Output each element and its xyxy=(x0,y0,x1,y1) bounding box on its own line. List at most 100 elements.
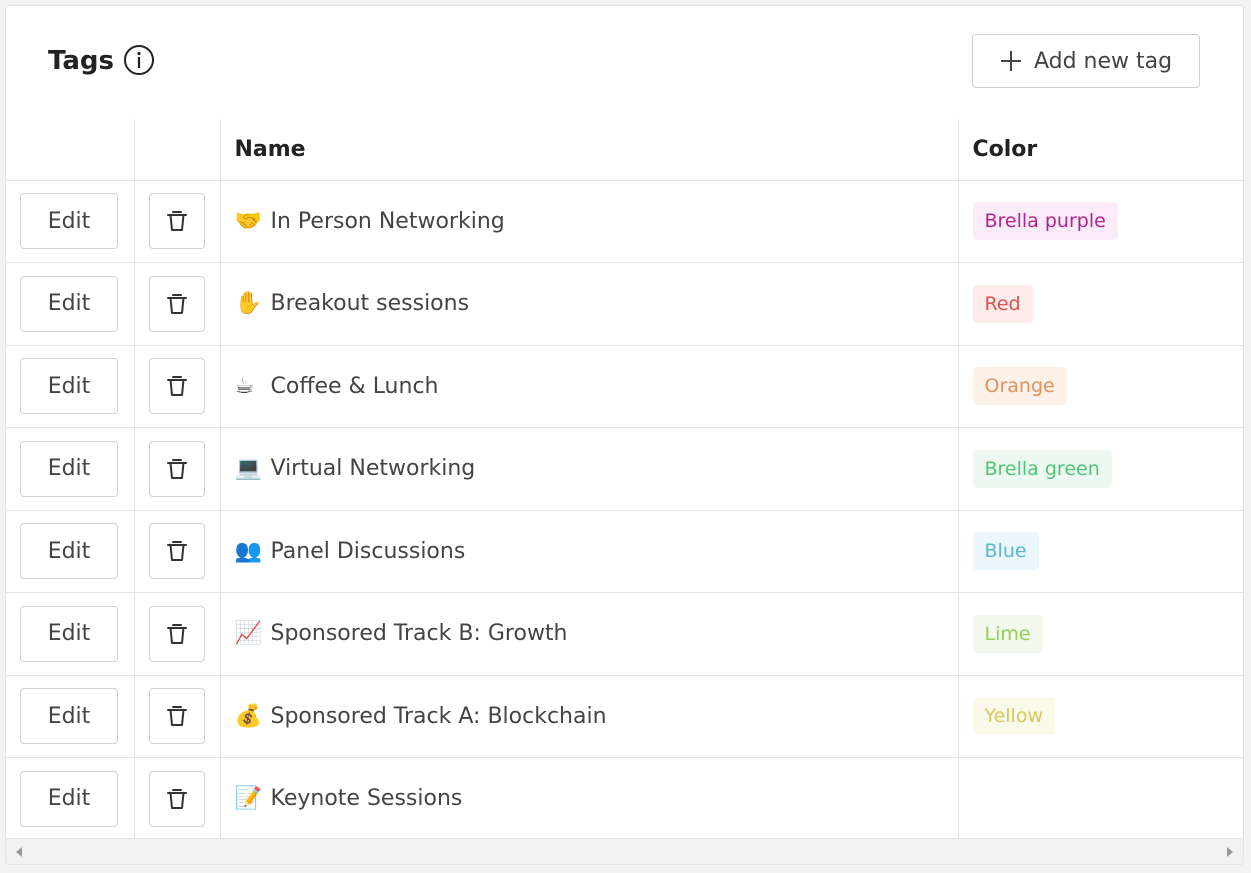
tags-table: Name Color Edit 🤝 In Person Networking Brel… xyxy=(6,119,1243,841)
edit-button[interactable]: Edit xyxy=(20,358,118,415)
table-row: Edit 🤝 In Person Networking Brella purple xyxy=(6,180,1243,263)
tag-name-cell: 🤝 In Person Networking xyxy=(219,180,959,263)
color-badge: Yellow xyxy=(972,697,1055,736)
tag-name: Coffee & Lunch xyxy=(270,373,439,399)
delete-cell xyxy=(133,509,221,593)
tags-card: Tags Add new tag Name Color Edit 🤝 In Pe… xyxy=(5,5,1244,865)
table-row: Edit 👥 Panel Discussions Blue xyxy=(6,509,1243,593)
color-badge: Lime xyxy=(972,614,1043,653)
color-badge: Red xyxy=(972,284,1033,323)
tag-color-cell: Red xyxy=(957,262,1243,346)
tag-name: Sponsored Track B: Growth xyxy=(270,621,568,647)
trash-icon xyxy=(166,541,187,562)
tag-emoji: 📈 xyxy=(234,621,262,647)
edit-cell: Edit xyxy=(6,427,135,511)
tag-name: In Person Networking xyxy=(270,208,505,234)
delete-button[interactable] xyxy=(148,688,205,745)
tag-name: Keynote Sessions xyxy=(270,786,463,812)
tag-name: Sponsored Track A: Blockchain xyxy=(270,703,607,729)
color-badge: Orange xyxy=(972,367,1067,406)
table-row: Edit 📝 Keynote Sessions xyxy=(6,757,1243,841)
tag-name-cell: 💻 Virtual Networking xyxy=(219,427,959,511)
delete-cell xyxy=(133,180,221,263)
scroll-left-arrow-icon[interactable] xyxy=(16,847,22,857)
tag-name-cell: ☕ Coffee & Lunch xyxy=(219,344,959,428)
edit-cell: Edit xyxy=(6,344,135,428)
color-badge: Brella green xyxy=(972,449,1112,488)
page-title: Tags xyxy=(48,46,115,76)
edit-button[interactable]: Edit xyxy=(20,275,118,332)
add-new-tag-label: Add new tag xyxy=(1033,48,1173,74)
info-icon[interactable] xyxy=(123,44,155,76)
tag-emoji: 👥 xyxy=(234,538,262,564)
color-badge: Brella purple xyxy=(972,202,1118,241)
edit-button[interactable]: Edit xyxy=(20,605,118,662)
trash-icon xyxy=(166,623,187,644)
table-row: Edit 💰 Sponsored Track A: Blockchain Yellow xyxy=(6,674,1243,758)
tag-color-cell xyxy=(957,757,1243,841)
tag-color-cell: Orange xyxy=(957,344,1243,428)
tag-name-cell: ✋ Breakout sessions xyxy=(219,262,959,346)
edit-cell: Edit xyxy=(6,262,135,346)
tag-emoji: 💻 xyxy=(234,456,262,482)
delete-button[interactable] xyxy=(148,275,205,332)
tag-color-cell: Brella purple xyxy=(957,180,1243,263)
delete-cell xyxy=(133,344,221,428)
tag-emoji: ☕ xyxy=(234,373,255,399)
edit-cell: Edit xyxy=(6,757,135,841)
card-header: Tags Add new tag xyxy=(6,6,1243,119)
tag-emoji: 🤝 xyxy=(234,208,262,234)
column-header-edit xyxy=(6,119,135,181)
delete-button[interactable] xyxy=(148,770,205,827)
delete-button[interactable] xyxy=(148,358,205,415)
delete-button[interactable] xyxy=(148,605,205,662)
column-header-color: Color xyxy=(957,119,1243,181)
trash-icon xyxy=(166,376,187,397)
delete-cell xyxy=(133,262,221,346)
delete-button[interactable] xyxy=(148,193,205,250)
scroll-right-arrow-icon[interactable] xyxy=(1227,847,1233,857)
tag-emoji: ✋ xyxy=(234,291,262,317)
tag-name: Breakout sessions xyxy=(270,291,470,317)
table-row: Edit 📈 Sponsored Track B: Growth Lime xyxy=(6,592,1243,676)
trash-icon xyxy=(166,211,187,232)
table-row: Edit ☕ Coffee & Lunch Orange xyxy=(6,344,1243,428)
tag-emoji: 📝 xyxy=(234,786,262,812)
edit-cell: Edit xyxy=(6,674,135,758)
trash-icon xyxy=(166,458,187,479)
delete-cell xyxy=(133,427,221,511)
tag-name-cell: 📝 Keynote Sessions xyxy=(219,757,959,841)
plus-icon xyxy=(1000,51,1021,71)
edit-button[interactable]: Edit xyxy=(20,523,118,580)
delete-cell xyxy=(133,757,221,841)
column-header-name: Name xyxy=(219,119,959,181)
edit-button[interactable]: Edit xyxy=(20,193,118,250)
tag-name-cell: 📈 Sponsored Track B: Growth xyxy=(219,592,959,676)
table-row: Edit ✋ Breakout sessions Red xyxy=(6,262,1243,346)
column-header-delete xyxy=(133,119,221,181)
tag-emoji: 💰 xyxy=(234,703,262,729)
edit-cell: Edit xyxy=(6,592,135,676)
trash-icon xyxy=(166,706,187,727)
edit-button[interactable]: Edit xyxy=(20,440,118,497)
table-row: Edit 💻 Virtual Networking Brella green xyxy=(6,427,1243,511)
tag-name-cell: 👥 Panel Discussions xyxy=(219,509,959,593)
color-badge: Blue xyxy=(972,532,1039,571)
delete-cell xyxy=(133,592,221,676)
delete-cell xyxy=(133,674,221,758)
tag-name: Virtual Networking xyxy=(270,456,476,482)
edit-button[interactable]: Edit xyxy=(20,770,118,827)
tag-color-cell: Blue xyxy=(957,509,1243,593)
add-new-tag-button[interactable]: Add new tag xyxy=(972,34,1200,88)
tag-name: Panel Discussions xyxy=(270,538,466,564)
edit-cell: Edit xyxy=(6,509,135,593)
delete-button[interactable] xyxy=(148,440,205,497)
horizontal-scrollbar[interactable] xyxy=(6,838,1243,864)
edit-cell: Edit xyxy=(6,180,135,263)
tag-name-cell: 💰 Sponsored Track A: Blockchain xyxy=(219,674,959,758)
tag-color-cell: Brella green xyxy=(957,427,1243,511)
delete-button[interactable] xyxy=(148,523,205,580)
tag-color-cell: Yellow xyxy=(957,674,1243,758)
table-header-row: Name Color xyxy=(6,119,1243,181)
edit-button[interactable]: Edit xyxy=(20,688,118,745)
